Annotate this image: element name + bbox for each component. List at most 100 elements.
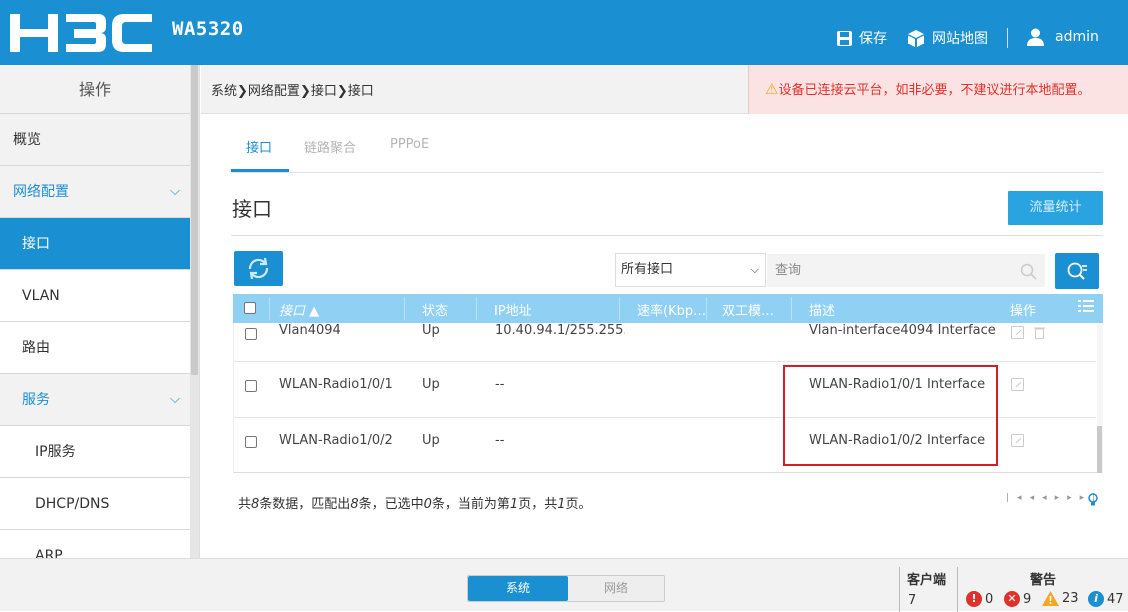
refresh-button[interactable] [234, 251, 283, 286]
save-button[interactable]: 保存 [836, 28, 887, 48]
sidebar-item-vlan[interactable]: VLAN [0, 270, 190, 322]
error-icon: ✕ [1004, 591, 1020, 607]
critical-alarm-count[interactable]: ! 0 [966, 591, 993, 607]
selected-count: 0 [423, 497, 432, 512]
cell-status: Up [422, 323, 440, 338]
breadcrumb-item[interactable]: 接口 [311, 84, 337, 99]
alarms-title: 警告 [1030, 573, 1057, 588]
table-scrollbar[interactable] [1097, 323, 1103, 473]
alarms-panel: 警告 ! 0 ✕ 9 23 i 47 [957, 567, 1128, 612]
sidebar-item-label: 路由 [22, 340, 50, 356]
user-menu[interactable]: admin [1026, 28, 1099, 46]
select-value: 所有接口 [621, 262, 674, 277]
critical-icon: ! [966, 591, 982, 607]
warning-icon: ⚠ [765, 80, 779, 98]
summary-text: 条，已选中 [358, 497, 424, 512]
chevron-down-icon: ⌵ [170, 184, 180, 199]
select-all-checkbox[interactable] [244, 302, 256, 314]
sidebar-item-arp[interactable]: ARP [0, 530, 190, 558]
alarm-value: 0 [985, 591, 994, 607]
sidebar-item-ip-services[interactable]: IP服务 [0, 426, 190, 478]
warning-alarm-count[interactable]: 23 [1042, 591, 1079, 606]
tab-interface[interactable]: 接口 [246, 137, 272, 156]
next-page-icon[interactable]: ▸▸ [1055, 493, 1080, 503]
clients-panel[interactable]: 客户端 7 [899, 567, 957, 612]
breadcrumb: 系统❯网络配置❯接口❯接口 [211, 80, 374, 99]
table-scroll-thumb[interactable] [1097, 426, 1102, 473]
breadcrumb-separator: ❯ [237, 84, 248, 99]
sidebar-item-services[interactable]: 服务 ⌵ [0, 374, 190, 426]
row-checkbox[interactable] [245, 436, 257, 448]
info-icon: i [1088, 591, 1104, 607]
column-header-status[interactable]: 状态 [422, 300, 448, 319]
column-header-duplex[interactable]: 双工模… [722, 300, 774, 319]
edit-icon[interactable] [1011, 326, 1024, 339]
user-icon [1027, 28, 1044, 46]
warning-text: 设备已连接云平台，如非必要，不建议进行本地配置。 [778, 83, 1091, 98]
cell-interface[interactable]: WLAN-Radio1/0/2 [279, 433, 393, 448]
sidebar-item-routing[interactable]: 路由 [0, 322, 190, 374]
highlight-box [783, 365, 998, 466]
sidebar-scroll-thumb[interactable] [191, 65, 198, 375]
first-page-icon[interactable]: |◂ [1006, 493, 1030, 503]
clients-title: 客户端 [907, 573, 947, 588]
bottom-status-bar: 系统 网络 客户端 7 警告 ! 0 ✕ 9 23 i 47 [0, 558, 1128, 612]
tab-network[interactable]: 网络 [568, 576, 664, 601]
column-header-description[interactable]: 描述 [809, 300, 835, 319]
tab-system[interactable]: 系统 [468, 576, 568, 601]
interface-filter-select[interactable]: 所有接口 ⌵ [615, 253, 766, 287]
tab-pppoe[interactable]: PPPoE [390, 137, 429, 152]
tip-bulb-icon[interactable] [1088, 493, 1098, 507]
column-header-interface[interactable]: 接口 ▲ [279, 300, 319, 319]
row-checkbox[interactable] [245, 380, 257, 392]
sidebar-item-label: 服务 [22, 392, 50, 408]
breadcrumb-item[interactable]: 网络配置 [248, 84, 300, 99]
matched-count: 8 [350, 497, 359, 512]
table-header: 接口 ▲ 状态 IP地址 速率(Kbp… 双工模… 描述 操作 [233, 294, 1103, 323]
sidebar-item-overview[interactable]: 概览 [0, 114, 190, 166]
column-separator [706, 297, 707, 320]
error-alarm-count[interactable]: ✕ 9 [1004, 591, 1031, 607]
column-separator [619, 297, 620, 320]
column-settings-icon[interactable] [1078, 299, 1094, 317]
sitemap-label: 网站地图 [932, 31, 988, 47]
sidebar-item-interface[interactable]: 接口 [0, 218, 190, 270]
warning-icon [1042, 591, 1059, 606]
column-header-speed[interactable]: 速率(Kbp… [637, 300, 706, 319]
device-model: WA5320 [172, 18, 244, 40]
sidebar-item-dhcp-dns[interactable]: DHCP/DNS [0, 478, 190, 530]
alarm-value: 9 [1023, 591, 1032, 607]
table-row[interactable]: Vlan4094 Up 10.40.94.1/255.255.255.0 Vla… [234, 323, 1096, 362]
breadcrumb-separator: ❯ [336, 84, 348, 99]
column-label: 接口 [279, 304, 306, 319]
traffic-stats-button[interactable]: 流量统计 [1008, 191, 1103, 225]
sidebar-item-label: ARP [35, 548, 63, 558]
refresh-icon [248, 257, 269, 280]
cell-status: Up [422, 433, 440, 448]
cell-interface[interactable]: WLAN-Radio1/0/1 [279, 377, 393, 392]
edit-icon[interactable] [1011, 434, 1024, 447]
tab-link-aggregation[interactable]: 链路聚合 [304, 137, 356, 156]
delete-icon[interactable] [1034, 326, 1045, 339]
edit-icon[interactable] [1011, 378, 1024, 391]
row-checkbox[interactable] [245, 328, 257, 340]
sidebar-scrollbar[interactable] [190, 65, 199, 558]
cell-interface[interactable]: Vlan4094 [279, 323, 341, 338]
search-input[interactable]: 查询 [767, 254, 1045, 287]
search-icon[interactable] [1020, 263, 1037, 280]
advanced-search-button[interactable] [1055, 253, 1099, 289]
save-label: 保存 [859, 31, 887, 47]
prev-page-icon[interactable]: ◂◂ [1030, 493, 1055, 503]
sitemap-button[interactable]: 网站地图 [906, 28, 988, 48]
tab-bar: 接口 链路聚合 PPPoE [231, 125, 1103, 173]
sidebar-item-network-config[interactable]: 网络配置 ⌵ [0, 166, 190, 218]
column-header-ip[interactable]: IP地址 [494, 300, 532, 319]
summary-text: 共 [238, 497, 252, 512]
search-placeholder: 查询 [775, 263, 802, 278]
sidebar-item-label: IP服务 [35, 444, 76, 460]
alarm-value: 23 [1062, 591, 1079, 606]
sidebar-item-label: DHCP/DNS [35, 496, 110, 512]
summary-text: 条数据，匹配出 [259, 497, 351, 512]
breadcrumb-item[interactable]: 系统 [211, 84, 237, 99]
info-alarm-count[interactable]: i 47 [1088, 591, 1124, 607]
